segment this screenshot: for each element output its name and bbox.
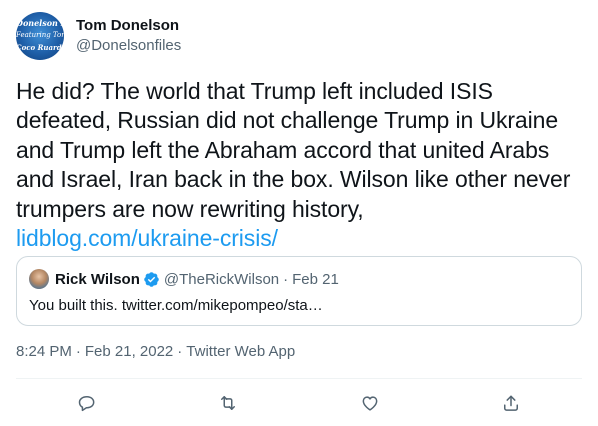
avatar-logo-line-1: Donelson Files — [16, 18, 64, 28]
author-meta: Tom Donelson @Donelsonfiles — [76, 16, 181, 56]
tweet-time[interactable]: 8:24 PM — [16, 343, 72, 360]
author-handle[interactable]: @Donelsonfiles — [76, 36, 181, 56]
tweet-text-line: and Israel, Iran back in the box. Wilson… — [16, 166, 571, 193]
author-display-name[interactable]: Tom Donelson — [76, 16, 181, 36]
share-button[interactable] — [500, 392, 522, 414]
verified-badge-icon — [144, 271, 159, 287]
quoted-author-handle[interactable]: @TheRickWilson — [164, 271, 279, 288]
meta-separator: · — [177, 343, 183, 360]
quoted-author-name[interactable]: Rick Wilson — [55, 271, 140, 288]
quoted-tweet-header: Rick Wilson @TheRickWilson · Feb 21 — [29, 269, 339, 289]
quoted-tweet-date[interactable]: Feb 21 — [292, 271, 339, 288]
tweet-source[interactable]: Twitter Web App — [186, 343, 295, 360]
tweet-actions — [16, 378, 582, 426]
tweet-text-line: He did? The world that Trump left includ… — [16, 78, 493, 104]
reply-icon — [78, 396, 95, 412]
like-icon — [362, 396, 378, 411]
avatar-logo-line-3: Coco Ruards — [16, 43, 64, 52]
quoted-separator: · — [283, 270, 289, 288]
retweet-icon — [221, 396, 235, 410]
reply-button[interactable] — [76, 392, 98, 414]
tweet-meta: 8:24 PM · Feb 21, 2022 · Twitter Web App — [16, 343, 295, 360]
tweet-text-line: and Trump left the Abraham accord that u… — [16, 136, 550, 163]
tweet-link[interactable]: lidblog.com/ukraine-crisis/ — [16, 224, 582, 253]
tweet-date[interactable]: Feb 21, 2022 — [85, 343, 173, 360]
tweet-text: He did? The world that Trump left includ… — [16, 77, 582, 253]
like-button[interactable] — [359, 392, 381, 414]
quoted-tweet-text: You built this. twitter.com/mikepompeo/s… — [29, 297, 323, 314]
author-avatar[interactable]: Donelson Files Featuring Tom Don Coco Ru… — [16, 12, 64, 60]
share-icon — [504, 395, 518, 411]
meta-separator: · — [75, 343, 81, 360]
tweet-text-line: trumpers are now rewriting history, — [16, 195, 364, 222]
tweet-text-line: defeated, Russian did not challenge Trum… — [16, 107, 559, 134]
tweet-header: Donelson Files Featuring Tom Don Coco Ru… — [16, 11, 181, 61]
quoted-author-avatar[interactable] — [29, 269, 49, 289]
retweet-button[interactable] — [217, 392, 239, 414]
quoted-tweet[interactable]: Rick Wilson @TheRickWilson · Feb 21 You … — [16, 256, 582, 326]
avatar-logo-line-2: Featuring Tom Don — [16, 31, 64, 39]
